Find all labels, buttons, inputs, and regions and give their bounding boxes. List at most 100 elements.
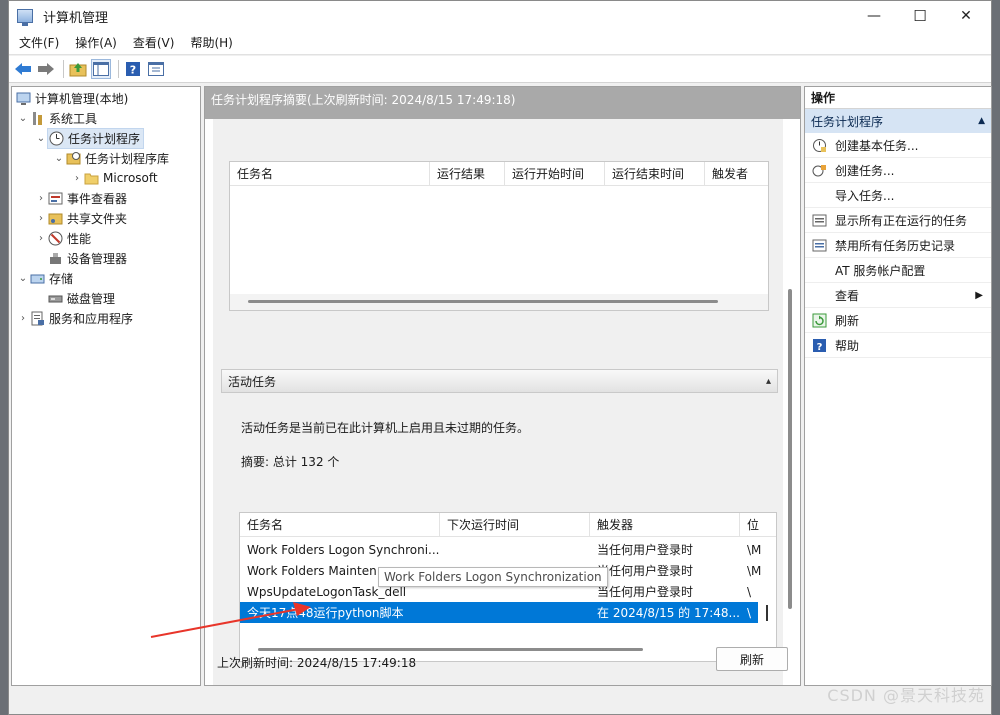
maximize-button[interactable]: ☐ — [897, 1, 943, 31]
properties-button[interactable] — [146, 59, 166, 79]
active-tasks-section-header[interactable]: 活动任务 ▴ — [221, 369, 778, 393]
action-help[interactable]: ? 帮助 — [805, 333, 991, 358]
table-row[interactable]: Work Folders Logon Synchroni... 当任何用户登录时… — [240, 539, 776, 560]
chevron-right-icon[interactable]: › — [16, 313, 30, 324]
column-header[interactable]: 任务名 — [230, 161, 430, 186]
clock-icon — [49, 131, 64, 146]
status-grid: 任务名 运行结果 运行开始时间 运行结束时间 触发者 — [229, 161, 769, 311]
tree-item-root[interactable]: 计算机管理(本地) — [16, 88, 128, 108]
tree-item-system-tools[interactable]: ⌄ 系统工具 — [16, 108, 97, 128]
column-header[interactable]: 触发者 — [705, 162, 768, 186]
horizontal-scrollbar-thumb[interactable] — [258, 648, 643, 651]
chevron-right-icon[interactable]: › — [34, 193, 48, 204]
help-icon: ? — [126, 62, 140, 77]
action-create-task[interactable]: 创建任务... — [805, 158, 991, 183]
properties-icon — [148, 62, 164, 76]
column-header[interactable]: 位 — [740, 513, 776, 537]
running-tasks-icon — [811, 212, 827, 228]
history-icon — [811, 237, 827, 253]
create-task-icon — [811, 162, 827, 178]
storage-icon — [30, 271, 45, 286]
create-basic-task-icon — [811, 137, 827, 153]
chevron-down-icon[interactable]: ⌄ — [52, 153, 66, 164]
menu-help[interactable]: 帮助(H) — [184, 34, 238, 51]
shared-folder-icon — [48, 211, 63, 226]
toolbar: ? — [9, 56, 991, 83]
scrollbar-thumb[interactable] — [248, 300, 718, 303]
chevron-right-icon[interactable]: › — [70, 173, 84, 184]
collapse-icon[interactable]: ▴ — [766, 376, 771, 387]
chevron-right-icon[interactable]: › — [34, 233, 48, 244]
menu-file[interactable]: 文件(F) — [13, 34, 65, 51]
action-import-task[interactable]: 导入任务... — [805, 183, 991, 208]
task-name-tooltip: Work Folders Logon Synchronization — [378, 567, 608, 587]
actions-title: 操作 — [805, 87, 991, 109]
device-manager-icon — [48, 251, 63, 266]
column-header[interactable]: 运行开始时间 — [505, 161, 605, 186]
tree-item-disk-management[interactable]: 磁盘管理 — [48, 288, 115, 308]
action-at-service-config[interactable]: AT 服务帐户配置 — [805, 258, 991, 283]
tree-item-performance[interactable]: › 性能 — [34, 228, 91, 248]
action-show-running-tasks[interactable]: 显示所有正在运行的任务 — [805, 208, 991, 233]
action-create-basic-task[interactable]: 创建基本任务... — [805, 133, 991, 158]
column-header[interactable]: 触发器 — [590, 513, 740, 537]
chevron-down-icon[interactable]: ⌄ — [16, 273, 30, 284]
tree-item-microsoft[interactable]: › Microsoft — [70, 168, 158, 188]
computer-management-icon — [17, 9, 33, 26]
summary-header: 任务计划程序摘要(上次刷新时间: 2024/8/15 17:49:18) — [205, 87, 800, 119]
up-level-button[interactable] — [68, 59, 88, 79]
svg-text:?: ? — [130, 64, 136, 77]
computer-management-window: 计算机管理 — ☐ ✕ 文件(F) 操作(A) 查看(V) 帮助(H) ? 计算… — [8, 0, 992, 715]
help-icon: ? — [811, 337, 827, 353]
back-arrow-icon — [15, 63, 31, 75]
folder-clock-icon — [66, 151, 81, 166]
refresh-button[interactable]: 刷新 — [716, 647, 788, 671]
tools-icon — [30, 111, 45, 126]
tree-item-storage[interactable]: ⌄ 存储 — [16, 268, 73, 288]
minimize-button[interactable]: — — [851, 1, 897, 31]
active-tasks-description: 活动任务是当前已在此计算机上启用且未过期的任务。 — [241, 421, 530, 435]
chevron-right-icon[interactable]: › — [34, 213, 48, 224]
disk-icon — [48, 291, 63, 306]
tree-item-services-apps[interactable]: › 服务和应用程序 — [16, 308, 133, 328]
action-view[interactable]: 查看 ▶ — [805, 283, 991, 308]
menu-bar: 文件(F) 操作(A) 查看(V) 帮助(H) — [9, 31, 991, 55]
tree-item-device-manager[interactable]: 设备管理器 — [48, 248, 127, 268]
annotation-arrow-icon — [150, 602, 311, 638]
menu-view[interactable]: 查看(V) — [127, 34, 181, 51]
services-icon — [30, 311, 45, 326]
forward-button[interactable] — [36, 59, 56, 79]
tree-item-task-library[interactable]: ⌄ 任务计划程序库 — [52, 148, 169, 168]
column-header[interactable]: 任务名 — [240, 513, 440, 537]
menu-action[interactable]: 操作(A) — [69, 34, 123, 51]
actions-subheader[interactable]: 任务计划程序 ▲ — [805, 109, 991, 133]
help-button[interactable]: ? — [123, 59, 143, 79]
tree-item-event-viewer[interactable]: › 事件查看器 — [34, 188, 127, 208]
show-hide-tree-button[interactable] — [91, 59, 111, 79]
column-header[interactable]: 运行结束时间 — [605, 161, 705, 186]
vertical-scrollbar-thumb[interactable] — [788, 289, 792, 609]
vertical-scrollbar-thumb[interactable] — [766, 605, 768, 621]
watermark: CSDN @景天科技苑 — [827, 686, 985, 705]
console-tree: 计算机管理(本地) ⌄ 系统工具 ⌄ 任务计划程序 ⌄ 任务计划程序库 › Mi… — [11, 86, 201, 686]
active-tasks-header: 任务名 下次运行时间 触发器 位 — [240, 513, 776, 537]
collapse-icon[interactable]: ▲ — [978, 116, 985, 126]
event-viewer-icon — [48, 191, 63, 206]
chevron-down-icon[interactable]: ⌄ — [16, 113, 30, 124]
chevron-down-icon[interactable]: ⌄ — [34, 133, 48, 144]
column-header[interactable]: 下次运行时间 — [440, 513, 590, 537]
action-disable-history[interactable]: 禁用所有任务历史记录 — [805, 233, 991, 258]
svg-text:?: ? — [816, 342, 822, 353]
horizontal-scrollbar[interactable] — [230, 294, 768, 310]
tree-item-shared-folders[interactable]: › 共享文件夹 — [34, 208, 127, 228]
back-button[interactable] — [13, 59, 33, 79]
title-bar[interactable]: 计算机管理 — ☐ ✕ — [9, 1, 991, 31]
column-header[interactable]: 运行结果 — [430, 161, 505, 186]
close-button[interactable]: ✕ — [943, 1, 989, 31]
computer-icon — [16, 91, 31, 106]
tree-item-task-scheduler[interactable]: ⌄ 任务计划程序 — [34, 127, 145, 149]
folder-icon — [84, 171, 99, 186]
action-refresh[interactable]: 刷新 — [805, 308, 991, 333]
status-grid-header: 任务名 运行结果 运行开始时间 运行结束时间 触发者 — [230, 161, 768, 186]
active-tasks-grid: 任务名 下次运行时间 触发器 位 Work Folders Logon Sync… — [239, 512, 777, 662]
